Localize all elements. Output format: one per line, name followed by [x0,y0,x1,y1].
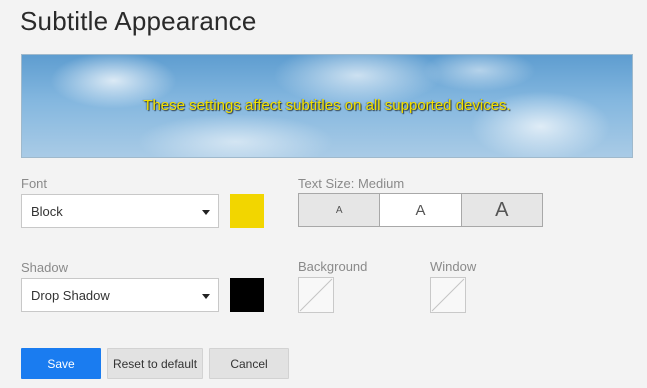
text-size-large-button[interactable]: A [460,194,542,226]
text-size-segmented-control: A A A [298,193,543,227]
font-select-value: Block [31,204,63,219]
cancel-button[interactable]: Cancel [209,348,289,379]
font-color-swatch[interactable] [230,194,264,228]
window-label: Window [430,259,477,274]
text-size-label: Text Size: Medium [298,176,405,191]
caret-down-icon [202,294,210,299]
no-color-icon [431,278,465,312]
font-select[interactable]: Block [21,194,219,228]
shadow-color-swatch[interactable] [230,278,264,312]
subtitle-preview: These settings affect subtitles on all s… [21,54,633,158]
text-size-medium-button[interactable]: A [379,194,461,226]
shadow-select[interactable]: Drop Shadow [21,278,219,312]
preview-text: These settings affect subtitles on all s… [143,97,511,114]
caret-down-icon [202,210,210,215]
font-label: Font [21,176,48,191]
background-color-picker[interactable] [298,277,334,313]
save-button[interactable]: Save [21,348,101,379]
shadow-label: Shadow [21,260,68,275]
no-color-icon [299,278,333,312]
window-color-picker[interactable] [430,277,466,313]
reset-to-default-button[interactable]: Reset to default [107,348,203,379]
page-title: Subtitle Appearance [20,6,257,36]
background-label: Background [298,259,368,274]
text-size-small-button[interactable]: A [299,194,379,226]
shadow-select-value: Drop Shadow [31,288,110,303]
